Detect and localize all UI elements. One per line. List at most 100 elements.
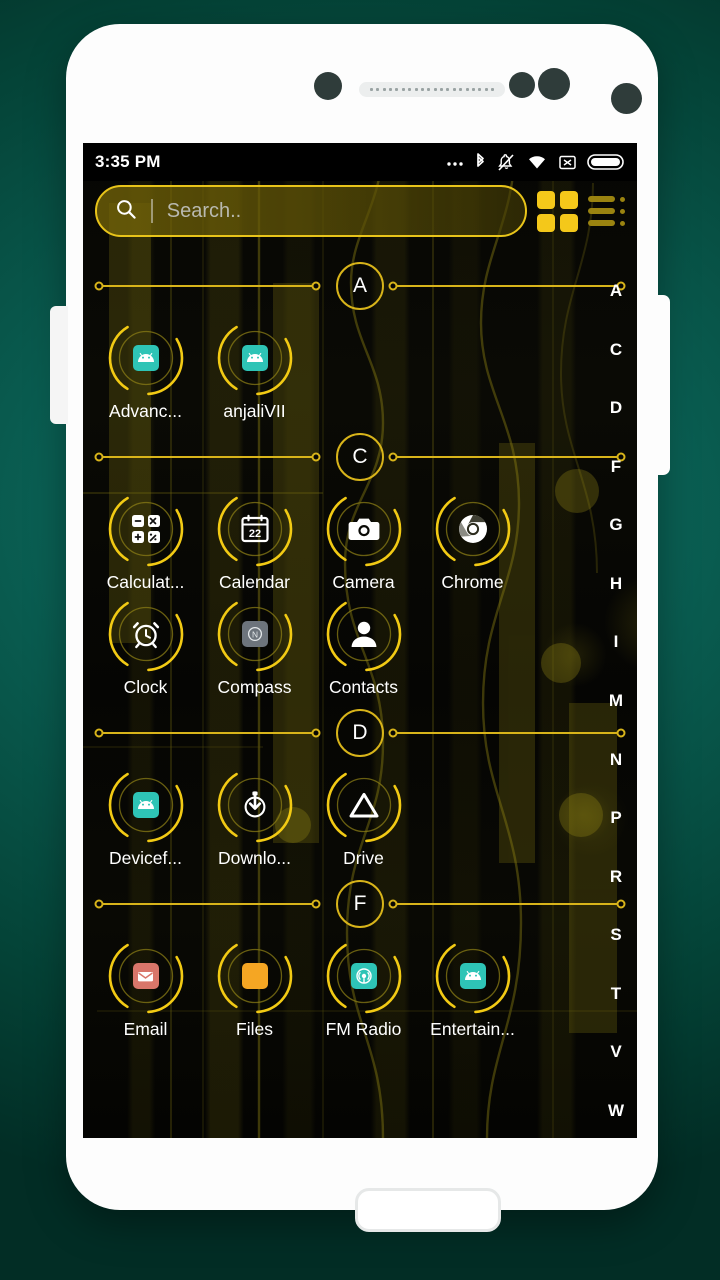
alpha-index-letter[interactable]: T: [611, 984, 621, 1004]
app-icon: [347, 617, 381, 651]
app-item[interactable]: Drive: [309, 764, 418, 869]
section-letter: A: [336, 262, 384, 310]
section-letter: F: [336, 880, 384, 928]
alpha-index-letter[interactable]: P: [610, 808, 621, 828]
app-icon-ring: [107, 319, 185, 397]
app-label: Calendar: [218, 572, 291, 592]
alpha-index-letter[interactable]: A: [610, 281, 622, 301]
app-label: Contacts: [328, 677, 399, 697]
home-button[interactable]: [355, 1188, 501, 1232]
status-clock: 3:35 PM: [95, 152, 161, 171]
app-label: Camera: [332, 572, 395, 592]
app-label: Clock: [123, 677, 168, 697]
alpha-index-letter[interactable]: N: [610, 750, 622, 770]
app-icon-ring: [325, 766, 403, 844]
app-item[interactable]: Files: [200, 935, 309, 1040]
status-icons: [446, 152, 625, 172]
alpha-index-letter[interactable]: G: [609, 515, 622, 535]
phone-screen: 3:35 PM Search.. A Advanc... anjaliVII C…: [83, 143, 637, 1138]
app-row: Devicef... Downlo... Drive: [83, 764, 637, 869]
search-icon: [115, 198, 137, 225]
app-item[interactable]: Contacts: [309, 593, 418, 698]
front-sensor-icon: [314, 72, 342, 100]
app-label: Drive: [343, 848, 384, 868]
app-item[interactable]: Advanc...: [91, 317, 200, 422]
divider-endpoint: [94, 728, 104, 738]
app-row: Advanc... anjaliVII: [83, 317, 637, 422]
app-item[interactable]: Clock: [91, 593, 200, 698]
alpha-index-letter[interactable]: W: [608, 1101, 624, 1121]
app-icon: [347, 788, 381, 822]
notification-muted-icon: [497, 152, 516, 172]
app-icon: 22: [238, 512, 272, 546]
alpha-index-letter[interactable]: F: [611, 457, 621, 477]
app-icon: N: [238, 617, 272, 651]
app-label: Advanc...: [109, 401, 182, 421]
svg-text:22: 22: [248, 528, 260, 540]
app-item[interactable]: Entertain...: [418, 935, 527, 1040]
battery-icon: [587, 153, 625, 171]
grid-cell: [537, 213, 555, 232]
divider-endpoint: [311, 281, 321, 291]
app-item[interactable]: Calculat...: [91, 488, 200, 593]
search-divider: [151, 199, 153, 223]
app-item[interactable]: N Compass: [200, 593, 309, 698]
divider-endpoint: [94, 452, 104, 462]
app-icon-ring: [434, 937, 512, 1015]
alpha-index-letter[interactable]: H: [610, 574, 622, 594]
alpha-index-letter[interactable]: I: [614, 632, 619, 652]
app-item[interactable]: 22 Calendar: [200, 488, 309, 593]
app-item[interactable]: FM Radio: [309, 935, 418, 1040]
app-label: Chrome: [441, 572, 504, 592]
app-item[interactable]: Devicef...: [91, 764, 200, 869]
no-sim-icon: [558, 153, 577, 172]
grid-view-button[interactable]: [537, 190, 578, 232]
divider-line-left: [97, 903, 316, 905]
divider-endpoint: [388, 728, 398, 738]
app-drawer-list[interactable]: A Advanc... anjaliVII C Calculat... 22 C…: [83, 251, 637, 1138]
app-icon: [129, 788, 163, 822]
app-icon: [238, 788, 272, 822]
app-item[interactable]: Camera: [309, 488, 418, 593]
app-icon-ring: [325, 490, 403, 568]
section-divider: A: [83, 257, 637, 315]
list-view-button[interactable]: [588, 196, 625, 226]
app-item[interactable]: Downlo...: [200, 764, 309, 869]
section-divider: F: [83, 875, 637, 933]
alpha-index-letter[interactable]: C: [610, 340, 622, 360]
grid-cell: [560, 190, 578, 209]
app-label: Email: [123, 1019, 168, 1039]
app-label: Downlo...: [218, 848, 291, 868]
app-icon-ring: [216, 319, 294, 397]
app-item[interactable]: anjaliVII: [200, 317, 309, 422]
divider-endpoint: [388, 281, 398, 291]
divider-line-left: [97, 285, 316, 287]
app-item[interactable]: Email: [91, 935, 200, 1040]
divider-line-left: [97, 732, 316, 734]
app-label: Compass: [217, 677, 292, 697]
search-input[interactable]: [166, 199, 507, 223]
proximity-sensor-icon: [509, 72, 535, 98]
power-button[interactable]: [654, 295, 670, 475]
app-icon: [129, 959, 163, 993]
app-item[interactable]: Chrome: [418, 488, 527, 593]
divider-line-right: [393, 903, 623, 905]
app-icon: [238, 341, 272, 375]
app-icon-ring: [107, 766, 185, 844]
search-bar[interactable]: [95, 185, 527, 237]
alpha-index-letter[interactable]: V: [610, 1042, 621, 1062]
alpha-index-letter[interactable]: R: [610, 867, 622, 887]
svg-text:N: N: [251, 629, 257, 639]
alpha-index-letter[interactable]: D: [610, 398, 622, 418]
alpha-index-letter[interactable]: M: [609, 691, 623, 711]
earpiece-speaker: [359, 82, 505, 97]
status-bar: 3:35 PM: [83, 143, 637, 181]
alphabet-index[interactable]: A C D F G H I M N P R S T V W: [597, 281, 635, 1121]
divider-endpoint: [388, 899, 398, 909]
app-row: Calculat... 22 Calendar Camera Chrome: [83, 488, 637, 593]
divider-line-right: [393, 285, 623, 287]
section-divider: C: [83, 428, 637, 486]
volume-button[interactable]: [50, 306, 68, 424]
grid-cell: [537, 190, 555, 209]
alpha-index-letter[interactable]: S: [610, 925, 621, 945]
